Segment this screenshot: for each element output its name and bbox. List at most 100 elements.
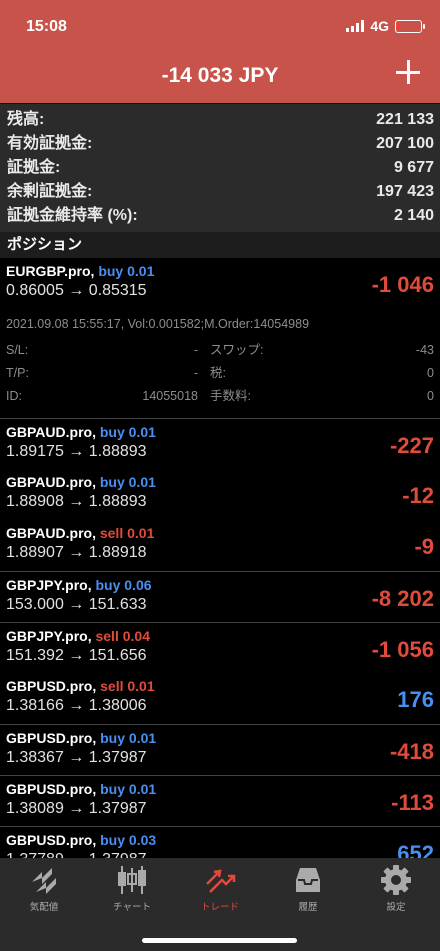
position-side: buy 0.01 <box>99 424 156 440</box>
home-indicator[interactable] <box>142 938 297 943</box>
summary-value: 9 677 <box>393 159 434 176</box>
detail-row: S/L: - スワップ: -43 <box>6 339 434 362</box>
position-profit: -8 202 <box>371 586 434 611</box>
position-side: buy 0.06 <box>95 577 152 593</box>
position-row[interactable]: GBPUSD.pro, buy 0.01 1.38367 → 1.37987 -41… <box>0 724 440 775</box>
tab-label: トレード <box>200 902 239 913</box>
tab-trade[interactable]: トレード <box>176 858 264 918</box>
position-row[interactable]: GBPJPY.pro, buy 0.06 153.000 → 151.633 -8 … <box>0 571 440 622</box>
position-symbol: GBPAUD.pro, <box>6 424 96 440</box>
sl-value: - <box>193 343 198 357</box>
position-symbol: GBPUSD.pro, <box>6 781 97 797</box>
battery-level <box>397 21 400 30</box>
summary-label: 残高: <box>7 111 45 128</box>
positions-list[interactable]: EURGBP.pro, buy 0.01 0.86005 → 0.85315 -… <box>0 258 440 858</box>
position-row[interactable]: GBPAUD.pro, buy 0.01 1.88908 → 1.88893 -12 <box>0 469 440 520</box>
candlestick-chart-icon <box>118 866 146 894</box>
position-symbol: GBPAUD.pro, <box>6 474 96 490</box>
fee-value: 0 <box>427 389 434 403</box>
summary-value: 221 133 <box>376 111 434 128</box>
history-inbox-icon <box>296 868 320 892</box>
fee-label: 手数料: <box>210 389 251 403</box>
detail-row: ID: 14055018 手数料: 0 <box>6 385 434 408</box>
trade-icon <box>206 869 236 893</box>
summary-value: 207 100 <box>376 135 434 152</box>
position-profit: -9 <box>414 534 434 559</box>
tp-value: - <box>193 366 198 380</box>
summary-value: 197 423 <box>376 183 434 200</box>
position-prices: 1.37789 → 1.37987 <box>6 851 440 858</box>
position-row[interactable]: GBPAUD.pro, sell 0.01 1.88907 → 1.88918 -9 <box>0 520 440 571</box>
battery-icon <box>395 19 425 33</box>
tab-settings[interactable]: 設定 <box>352 858 440 918</box>
summary-row: 証拠金維持率 (%): 2 140 <box>0 204 440 228</box>
summary-label: 証拠金維持率 (%): <box>7 207 138 224</box>
tab-label: 設定 <box>386 902 406 913</box>
position-row[interactable]: EURGBP.pro, buy 0.01 0.86005 → 0.85315 -… <box>0 258 440 309</box>
position-profit: -1 046 <box>371 272 434 297</box>
position-prices: 1.38089 → 1.37987 <box>6 800 147 817</box>
sl-label: S/L: <box>6 343 29 357</box>
position-row[interactable]: GBPUSD.pro, buy 0.01 1.38089 → 1.37987 -11… <box>0 775 440 826</box>
tab-label: 履歴 <box>298 902 318 913</box>
position-symbol: GBPUSD.pro, <box>6 832 97 848</box>
status-time: 15:08 <box>26 18 67 35</box>
position-side: buy 0.01 <box>100 730 157 746</box>
position-profit: -113 <box>391 790 434 815</box>
summary-row: 有効証拠金: 207 100 <box>0 132 440 156</box>
position-side: sell 0.01 <box>100 678 155 694</box>
position-symbol: GBPJPY.pro, <box>6 628 92 644</box>
position-row[interactable]: GBPUSD.pro, sell 0.01 1.38166 → 1.38006 17… <box>0 673 440 724</box>
network-label: 4G <box>370 18 389 34</box>
swap-label: スワップ: <box>210 343 264 357</box>
position-prices: 1.88907 → 1.88918 <box>6 544 147 561</box>
summary-row: 余剰証拠金: 197 423 <box>0 180 440 204</box>
tab-label: 気配値 <box>29 902 59 913</box>
position-symbol: GBPAUD.pro, <box>6 525 96 541</box>
position-profit: -1 056 <box>371 637 434 662</box>
position-row[interactable]: GBPAUD.pro, buy 0.01 1.89175 → 1.88893 -22… <box>0 418 440 469</box>
position-side: buy 0.01 <box>98 263 155 279</box>
position-side: sell 0.04 <box>95 628 150 644</box>
id-value: 14055018 <box>142 389 198 403</box>
summary-row: 証拠金: 9 677 <box>0 156 440 180</box>
tax-value: 0 <box>427 366 434 380</box>
position-symbol: EURGBP.pro, <box>6 263 95 279</box>
summary-label: 証拠金: <box>7 159 61 176</box>
position-prices: 1.89175 → 1.88893 <box>6 443 147 460</box>
position-prices: 1.38166 → 1.38006 <box>6 697 147 714</box>
position-profit: -12 <box>402 483 434 508</box>
position-prices: 1.88908 → 1.88893 <box>6 493 147 510</box>
plus-icon[interactable] <box>394 58 422 86</box>
summary-label: 余剰証拠金: <box>7 183 93 200</box>
position-symbol: GBPJPY.pro, <box>6 577 92 593</box>
detail-row: T/P: - 税: 0 <box>6 362 434 385</box>
summary-row: 残高: 221 133 <box>0 108 440 132</box>
position-profit: 652 <box>397 841 434 858</box>
top-bar: 15:08 4G -14 033 JPY <box>0 0 440 103</box>
position-detail-time: 2021.09.08 15:55:17, Vol:0.001582;M.Orde… <box>6 317 310 331</box>
quotes-icon <box>32 868 56 894</box>
tab-label: チャート <box>113 902 151 913</box>
position-profit: -418 <box>389 739 434 764</box>
position-symbol: GBPUSD.pro, <box>6 730 97 746</box>
account-profit-title: -14 033 JPY <box>161 64 279 87</box>
position-side: sell 0.01 <box>99 525 155 541</box>
id-label: ID: <box>6 389 22 403</box>
position-row[interactable]: GBPUSD.pro, buy 0.03 1.37789 → 1.37987652 <box>0 826 440 858</box>
status-icons: 4G <box>346 18 425 34</box>
position-side: buy 0.03 <box>100 832 157 848</box>
tab-history[interactable]: 履歴 <box>264 858 352 918</box>
tab-chart[interactable]: チャート <box>88 858 176 918</box>
signal-icon <box>346 20 365 32</box>
summary-label: 有効証拠金: <box>7 135 93 152</box>
tab-quotes[interactable]: 気配値 <box>0 858 88 918</box>
gear-icon <box>381 865 411 895</box>
position-row[interactable]: GBPJPY.pro, sell 0.04 151.392 → 151.656 -1… <box>0 622 440 673</box>
account-summary: 残高: 221 133 有効証拠金: 207 100 証拠金: 9 677 余剰証拠金… <box>0 104 440 232</box>
position-profit: -227 <box>389 433 434 458</box>
position-symbol: GBPUSD.pro, <box>6 678 97 694</box>
tp-label: T/P: <box>6 366 29 380</box>
summary-value: 2 140 <box>393 207 434 224</box>
positions-section-header: ポジション <box>0 232 440 258</box>
